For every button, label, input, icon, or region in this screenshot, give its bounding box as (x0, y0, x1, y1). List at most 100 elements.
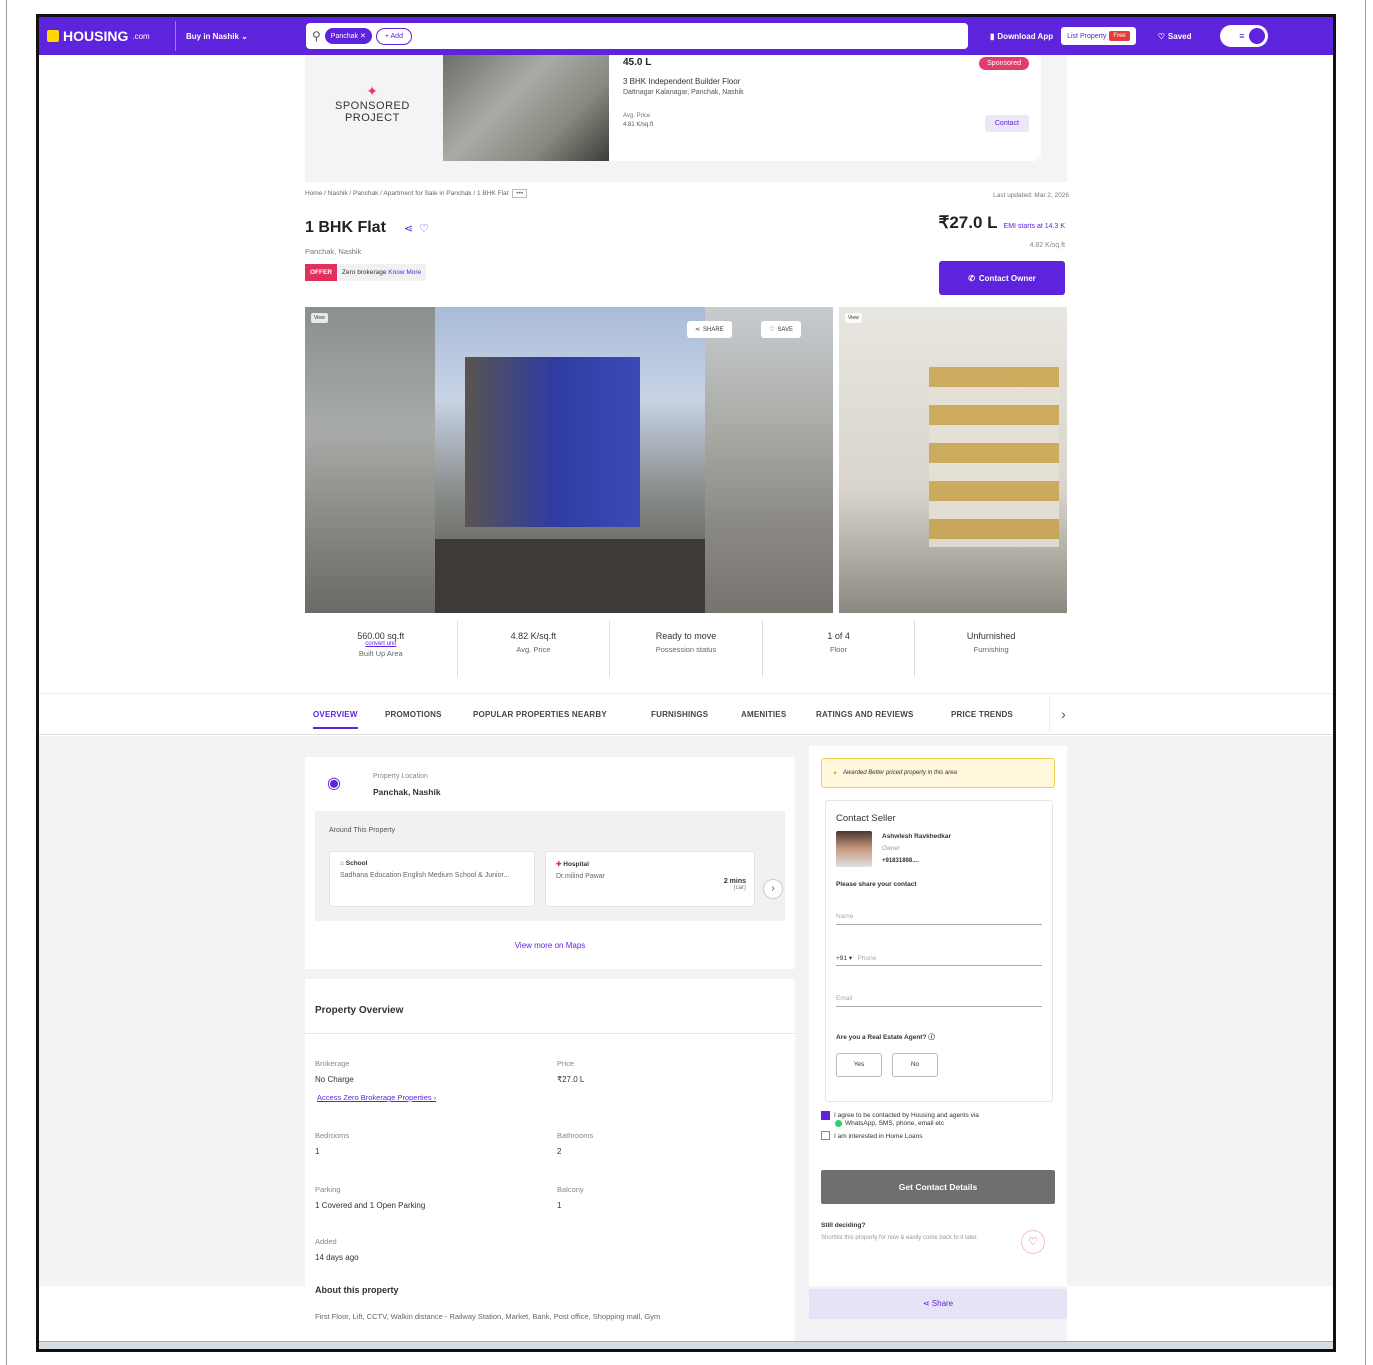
breadcrumb-path[interactable]: Home / Nashik / Panchak / Apartment for … (305, 190, 508, 197)
phone-placeholder: Phone (857, 955, 877, 962)
price-row: ₹27.0 L EMI starts at 14.3 K (939, 213, 1065, 233)
offer-banner: OFFER Zero brokerage Know More (305, 264, 427, 281)
bathrooms-value: 2 (557, 1147, 562, 1156)
phone-field[interactable]: +91 ▾ Phone (836, 946, 1042, 966)
tab-popular-nearby[interactable]: POPULAR PROPERTIES NEARBY (473, 710, 607, 719)
sponsored-avg-value: 4.81 K/sq.ft (623, 122, 654, 128)
stat-value: 560.00 sq.ft (357, 631, 405, 641)
stat-furnishing: Unfurnished Furnishing (915, 621, 1067, 677)
around-property: Around This Property ⌂ School Sadhana Ed… (315, 811, 785, 921)
contact-sidebar: ✦ Awarded Better priced property in this … (809, 746, 1067, 1286)
parking-label: Parking (315, 1185, 341, 1194)
heart-icon[interactable]: ♡ (419, 223, 435, 235)
brokerage-value: No Charge (315, 1075, 354, 1084)
poi-card-hospital[interactable]: ✚ Hospital Dr.milind Pawar 2 mins (car) (545, 851, 755, 907)
breadcrumb-more-button[interactable]: ••• (512, 189, 528, 198)
section-tabs: OVERVIEW PROMOTIONS POPULAR PROPERTIES N… (39, 693, 1333, 735)
agent-no-button[interactable]: No (892, 1053, 938, 1077)
sponsored-contact-button[interactable]: Contact (984, 115, 1029, 132)
parking-value: 1 Covered and 1 Open Parking (315, 1201, 426, 1210)
contact-owner-label: Contact Owner (978, 273, 1036, 283)
tab-promotions[interactable]: PROMOTIONS (385, 710, 442, 719)
profile-menu[interactable]: ≡ (1219, 25, 1268, 47)
balcony-label: Balcony (557, 1185, 584, 1194)
bathrooms-label: Bathrooms (557, 1131, 594, 1140)
contact-owner-button[interactable]: ✆ Contact Owner (939, 261, 1065, 295)
free-badge: Free (1109, 31, 1130, 41)
poi-type: School (345, 860, 368, 867)
tab-price-trends[interactable]: PRICE TRENDS (951, 710, 1013, 719)
buy-in-dropdown[interactable]: Buy in Nashik ⌄ (186, 32, 306, 41)
awarded-banner: ✦ Awarded Better priced property in this … (821, 758, 1055, 788)
housing-logo[interactable]: HOUSING .com (47, 28, 165, 44)
secondary-photo[interactable]: View (839, 307, 1067, 613)
email-field[interactable]: Email (836, 987, 1042, 1007)
main-photo[interactable]: View ⋖ SHARE ♡ SAVE (305, 307, 833, 613)
tab-amenities[interactable]: AMENITIES (741, 710, 786, 719)
add-locality-button[interactable]: + Add (375, 27, 412, 45)
convert-unit-link[interactable]: convert unit (305, 641, 457, 647)
share-icon[interactable]: ⋖ (404, 223, 419, 235)
chevron-down-icon: ⌄ (241, 31, 248, 41)
locality-chip[interactable]: Panchak ✕ (324, 28, 372, 44)
get-contact-details-button[interactable]: Get Contact Details (821, 1170, 1055, 1204)
shortlist-heart-button[interactable]: ♡ (1021, 1230, 1045, 1254)
view-more-maps-link[interactable]: View more on Maps (305, 941, 795, 950)
agent-question: Are you a Real Estate Agent? ⓘ (836, 1034, 935, 1041)
about-title: About this property (315, 1285, 399, 1295)
seller-name: Ashwlesh Ravkhedkar (882, 833, 952, 840)
sponsored-card[interactable]: 45.0 L 3 BHK Independent Builder Floor D… (443, 55, 1041, 161)
country-code-select[interactable]: +91 ▾ (836, 955, 852, 962)
poi-card-school[interactable]: ⌂ School Sadhana Education English Mediu… (329, 851, 535, 907)
listing-price: ₹27.0 L (938, 213, 998, 232)
search-bar[interactable]: ⚲ Panchak ✕ + Add (306, 23, 968, 49)
photo-blur-left (305, 307, 435, 613)
list-property-label: List Property (1067, 32, 1107, 40)
home-loan-checkbox[interactable] (821, 1131, 830, 1141)
location-pin-icon: ◉ (327, 775, 341, 792)
know-more-link[interactable]: Know More (388, 269, 421, 276)
around-label: Around This Property (329, 827, 396, 834)
stat-label: Built Up Area (358, 649, 403, 658)
location-value: Panchak, Nashik (373, 787, 441, 797)
street (435, 539, 705, 613)
poi-type: Hospital (563, 861, 589, 868)
saved-button[interactable]: ♡ Saved (1158, 32, 1192, 41)
photo-blur-right (705, 307, 833, 613)
agent-yes-button[interactable]: Yes (836, 1053, 882, 1077)
listing-locality: Panchak, Nashik (305, 247, 362, 256)
whatsapp-icon (835, 1120, 842, 1128)
listing-title-row: 1 BHK Flat ⋖♡ (305, 219, 435, 237)
hospital-icon: ✚ (556, 861, 562, 868)
tabs-next-arrow[interactable]: › (1049, 696, 1077, 732)
bedrooms-label: Bedrooms (315, 1131, 350, 1140)
gallery-share-button[interactable]: ⋖ SHARE (687, 321, 732, 338)
zero-brokerage-link[interactable]: Access Zero Brokerage Properties › (317, 1093, 436, 1102)
bookmark-icon: ♡ (1157, 31, 1165, 41)
emi-link[interactable]: EMI starts at 14.3 K (1004, 223, 1065, 230)
sponsored-avg-label: Avg. Price (623, 113, 651, 119)
seller-phone: +91831898.... (882, 858, 919, 864)
list-property-button[interactable]: List Property Free (1061, 27, 1136, 45)
breadcrumb[interactable]: Home / Nashik / Panchak / Apartment for … (305, 189, 528, 198)
download-app-button[interactable]: ▮ Download App (990, 32, 1053, 41)
seller-avatar (836, 831, 872, 867)
photo-tag: View (845, 313, 862, 323)
nav-divider (175, 21, 176, 51)
tab-overview[interactable]: OVERVIEW (313, 710, 358, 729)
stat-value: 1 of 4 (827, 631, 850, 641)
divider (305, 1033, 795, 1034)
trophy-icon: ✦ (832, 770, 838, 777)
chevron-right-icon[interactable]: › (763, 879, 783, 899)
share-button[interactable]: ⋖ Share (809, 1289, 1067, 1319)
search-icon: ⚲ (312, 29, 321, 43)
poi-time: 2 mins (723, 878, 746, 885)
contact-seller-form: Contact Seller Ashwlesh Ravkhedkar Owner… (825, 800, 1053, 1102)
buy-in-label: Buy in Nashik (186, 31, 239, 41)
tab-ratings[interactable]: RATINGS AND REVIEWS (816, 710, 914, 719)
gallery-save-button[interactable]: ♡ SAVE (761, 321, 801, 338)
name-field[interactable]: Name (836, 905, 1042, 925)
tab-furnishings[interactable]: FURNISHINGS (651, 710, 708, 719)
sponsored-label: ✦ SPONSORED PROJECT (335, 83, 410, 124)
download-app-label: Download App (997, 31, 1054, 41)
